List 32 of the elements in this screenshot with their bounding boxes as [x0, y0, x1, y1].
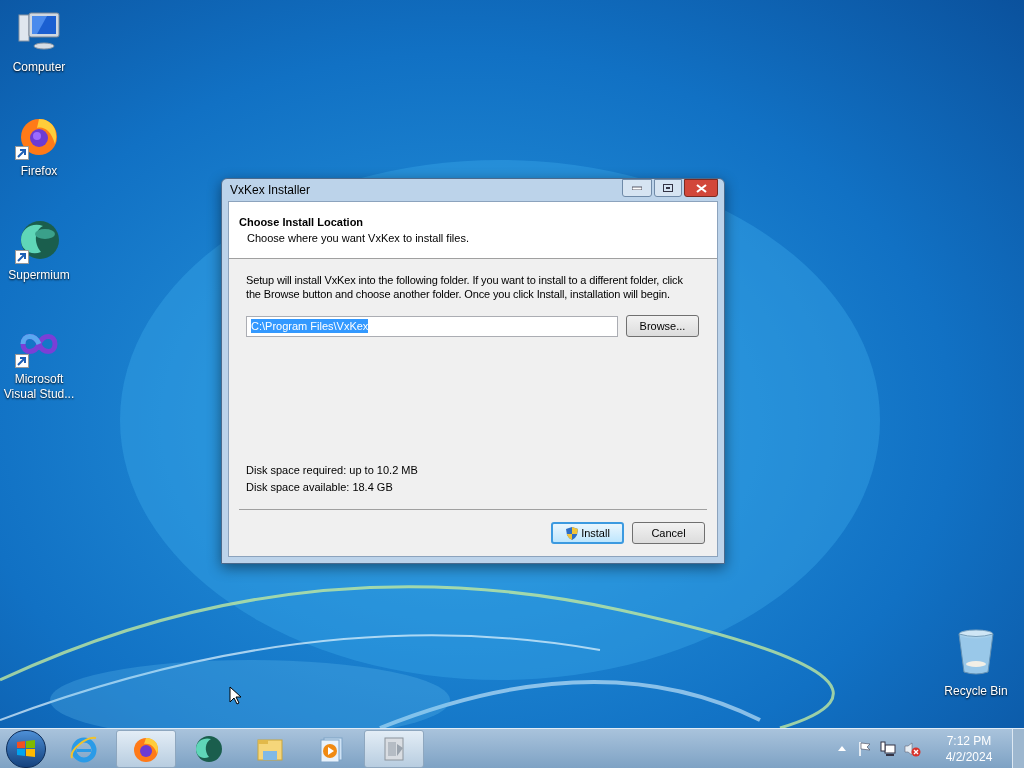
muted-speaker-icon[interactable] [904, 740, 922, 757]
cursor-icon [229, 686, 241, 705]
maximize-icon [663, 184, 673, 192]
start-button[interactable] [6, 729, 46, 768]
page-subtitle: Choose where you want VxKex to install files. [246, 231, 470, 245]
icon-label[interactable]: Recycle Bin [944, 684, 1008, 699]
recycle-bin-icon [956, 628, 996, 676]
flag-icon[interactable] [858, 740, 872, 757]
network-icon[interactable] [880, 740, 896, 757]
install-button[interactable]: Install [551, 522, 624, 544]
computer-icon [17, 11, 61, 53]
icon-label[interactable]: Supermium [0, 268, 78, 283]
shield-icon [565, 525, 580, 541]
folder-path: C:\Program Files\VxKex [251, 319, 369, 333]
instructions-text: Setup will install VxKex into the following folder. If you want to install to a different folder, click the Browse button and choose another folder. Once you click Install, installation will begin. [246, 273, 684, 301]
maximize-button[interactable] [654, 179, 682, 197]
window-title: VxKex Installer [229, 182, 311, 199]
globe-icon [193, 733, 223, 764]
icon-label[interactable]: Firefox [0, 164, 78, 179]
cancel-button[interactable]: Cancel [632, 522, 705, 544]
icon-label[interactable]: Microsoft Visual Stud... [0, 372, 78, 402]
page-heading: Choose Install Location [239, 215, 365, 229]
close-icon [695, 183, 707, 193]
close-button[interactable] [684, 179, 718, 197]
minimize-icon [632, 186, 642, 190]
disk-required-text: Disk space required: up to 10.2 MB [246, 463, 419, 477]
icon-label[interactable]: Computer [0, 60, 78, 75]
disk-available-text: Disk space available: 18.4 GB [246, 480, 394, 494]
taskbar-button[interactable] [116, 729, 176, 768]
browse-button[interactable]: Browse... [626, 315, 699, 337]
windows-logo-icon [16, 739, 36, 758]
show-hidden-icons-icon[interactable] [838, 746, 846, 751]
